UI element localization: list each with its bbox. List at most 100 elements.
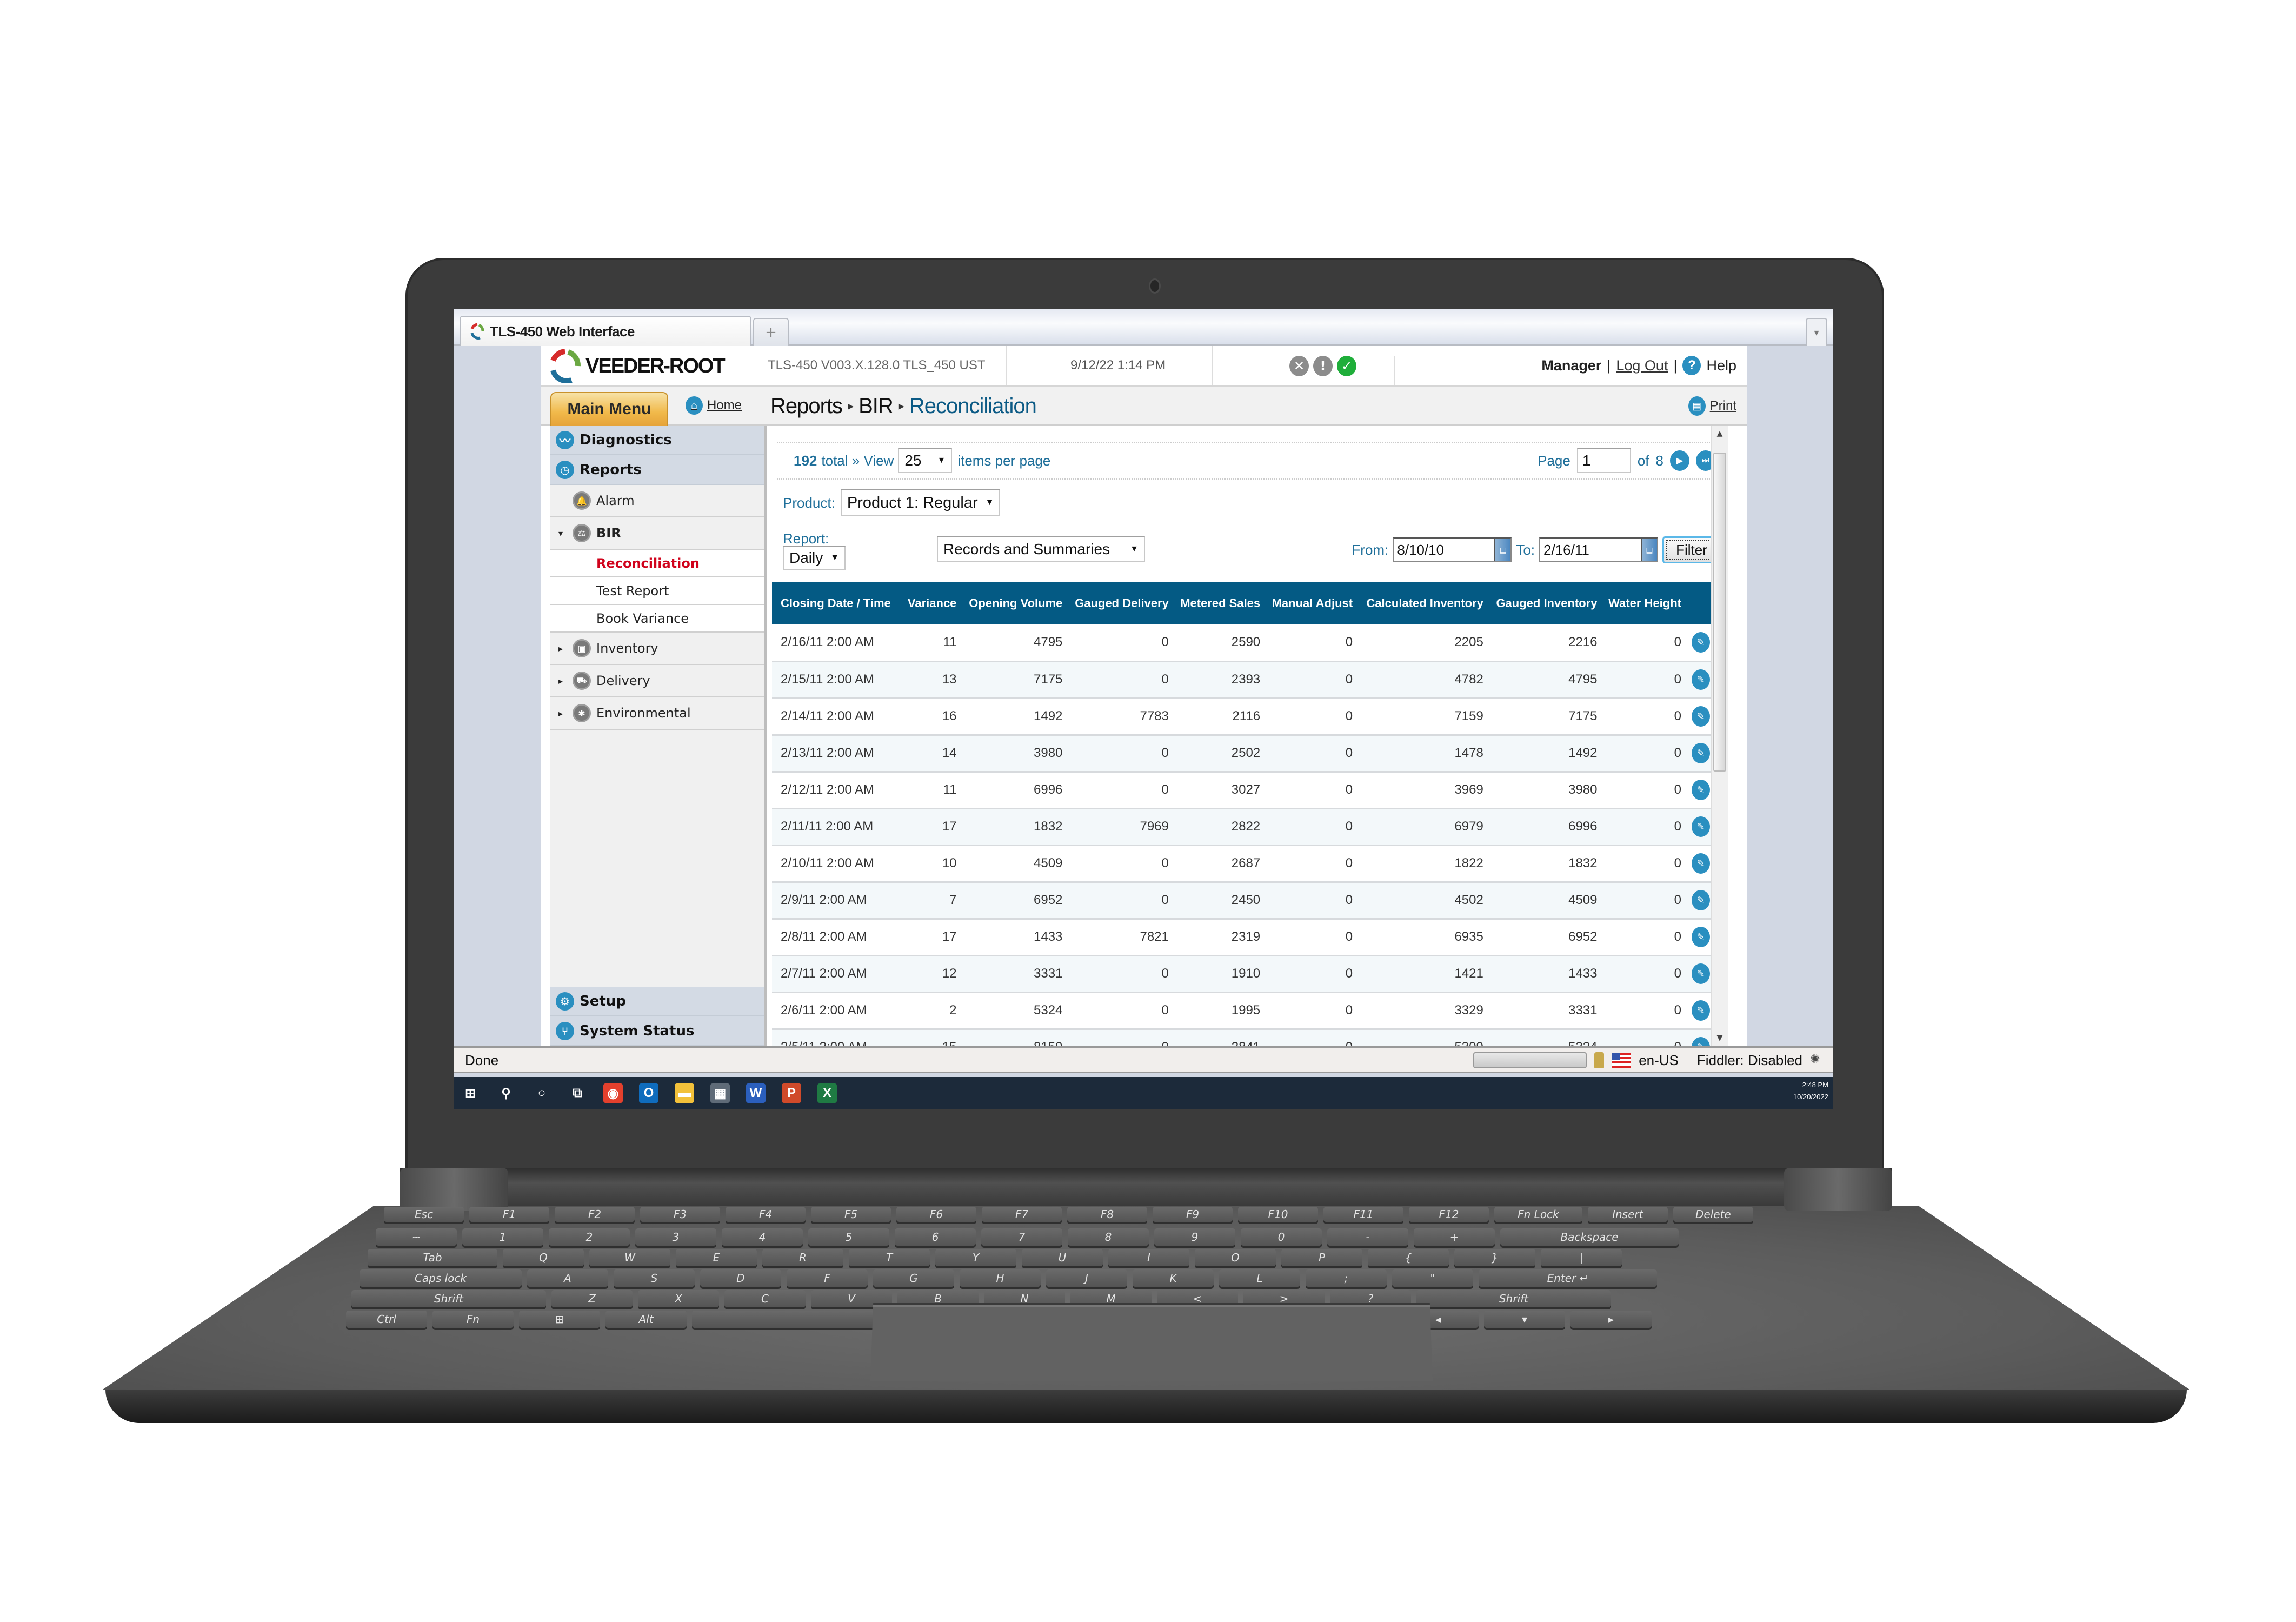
edit-icon[interactable]: ✎	[1692, 890, 1710, 910]
table-row[interactable]: 2/14/11 2:00 AM 16 1492 7783 2116 0 7159 7175 0 ✎	[772, 698, 1717, 736]
word-icon[interactable]: W	[746, 1083, 766, 1103]
edit-icon[interactable]: ✎	[1692, 706, 1710, 727]
edit-icon[interactable]: ✎	[1692, 927, 1710, 947]
taskbar-clock[interactable]: 2:48 PM 10/20/2022	[1793, 1079, 1828, 1103]
scrollbar-thumb[interactable]	[1713, 453, 1726, 772]
sidebar-item-setup[interactable]: ⚙ Setup	[550, 987, 764, 1016]
edit-icon[interactable]: ✎	[1692, 853, 1710, 874]
warning-status-icon[interactable]: !	[1313, 356, 1333, 376]
table-row[interactable]: 2/8/11 2:00 AM 17 1433 7821 2319 0 6935 6952 0 ✎	[772, 919, 1717, 956]
column-header[interactable]: Calculated Inventory	[1356, 582, 1487, 624]
edit-icon[interactable]: ✎	[1692, 963, 1710, 984]
new-tab-button[interactable]: +	[753, 318, 789, 346]
sidebar-item-environmental[interactable]: ▸ ✱ Environmental	[550, 697, 764, 730]
locale[interactable]: en-US	[1639, 1052, 1679, 1069]
main-menu-button[interactable]: Main Menu	[550, 392, 668, 426]
table-cell: 14	[901, 735, 960, 773]
table-row[interactable]: 2/11/11 2:00 AM 17 1832 7969 2822 0 6979 6996 0 ✎	[772, 808, 1717, 846]
browser-tab[interactable]: TLS-450 Web Interface	[460, 316, 751, 346]
table-row[interactable]: 2/6/11 2:00 AM 2 5324 0 1995 0 3329 3331 0 ✎	[772, 992, 1717, 1030]
outlook-icon[interactable]: O	[639, 1083, 658, 1103]
chevron-right-icon[interactable]: ▸	[558, 676, 567, 686]
to-date-input[interactable]: 2/16/11 ▤	[1539, 537, 1658, 562]
report-period-select[interactable]: Daily ▼	[783, 546, 846, 570]
table-cell: 2393	[1172, 661, 1264, 699]
table-cell: 1910	[1172, 955, 1264, 993]
print-link[interactable]: ▤ Print	[1688, 396, 1736, 416]
sidebar-item-system-status[interactable]: ⑂ System Status	[550, 1016, 764, 1046]
windows-start-icon[interactable]: ⊞	[461, 1083, 480, 1103]
column-header[interactable]: Opening Volume	[960, 582, 1066, 624]
sidebar-item-inventory[interactable]: ▸ ▣ Inventory	[550, 633, 764, 665]
report-type-select[interactable]: Records and Summaries ▼	[937, 536, 1145, 562]
excel-icon[interactable]: X	[817, 1083, 837, 1103]
vertical-scrollbar[interactable]: ▲ ▼	[1711, 426, 1728, 1046]
calendar-icon[interactable]: ▤	[1494, 539, 1511, 561]
powerpoint-icon[interactable]: P	[782, 1083, 801, 1103]
scroll-up-icon[interactable]: ▲	[1712, 426, 1728, 442]
sidebar-item-book-variance[interactable]: Book Variance	[550, 605, 764, 633]
column-header[interactable]: Variance	[901, 582, 960, 624]
chevron-right-icon[interactable]: ▸	[558, 708, 567, 719]
table-row[interactable]: 2/9/11 2:00 AM 7 6952 0 2450 0 4502 4509 0 ✎	[772, 882, 1717, 920]
windows-taskbar: ⊞ ⚲ ○ ⧉ ◉ O ▬ ▦ W P X 2:48 PM 10/20/2022	[454, 1077, 1833, 1109]
breadcrumb-reports[interactable]: Reports	[770, 394, 843, 418]
column-header[interactable]: Manual Adjust	[1263, 582, 1356, 624]
keyboard-row: Caps lock A S D F G H J K L; " Enter ↵	[360, 1269, 1657, 1287]
edit-icon[interactable]: ✎	[1692, 1000, 1710, 1021]
cortana-icon[interactable]: ○	[532, 1083, 551, 1103]
table-row[interactable]: 2/5/11 2:00 AM158150028410530953240✎	[772, 1029, 1717, 1046]
sidebar-item-delivery[interactable]: ▸ ⛟ Delivery	[550, 665, 764, 697]
breadcrumb-bir[interactable]: BIR	[858, 394, 894, 418]
help-link[interactable]: Help	[1706, 357, 1736, 374]
sidebar-item-bir[interactable]: ▾ ⚖ BIR	[550, 517, 764, 550]
sidebar-item-reconciliation[interactable]: Reconciliation	[550, 550, 764, 577]
fiddler-status[interactable]: Fiddler: Disabled	[1697, 1052, 1802, 1069]
from-date-input[interactable]: 8/10/10 ▤	[1393, 537, 1512, 562]
file-explorer-icon[interactable]: ▬	[675, 1083, 694, 1103]
keyboard-key: 5	[808, 1228, 889, 1246]
column-header[interactable]: Gauged Delivery	[1066, 582, 1172, 624]
column-header[interactable]: Gauged Inventory	[1486, 582, 1601, 624]
edit-icon[interactable]: ✎	[1692, 669, 1710, 690]
sidebar-item-test-report[interactable]: Test Report	[550, 577, 764, 605]
chrome-icon[interactable]: ◉	[603, 1083, 623, 1103]
table-cell: 4782	[1356, 661, 1487, 699]
ok-status-icon[interactable]: ✓	[1337, 356, 1356, 376]
column-header[interactable]: Water Height	[1600, 582, 1685, 624]
edit-icon[interactable]: ✎	[1692, 743, 1710, 763]
column-header[interactable]: Closing Date / Time	[772, 582, 901, 624]
search-icon[interactable]: ⚲	[496, 1083, 516, 1103]
table-row[interactable]: 2/10/11 2:00 AM 10 4509 0 2687 0 1822 1832 0 ✎	[772, 845, 1717, 883]
logout-link[interactable]: Log Out	[1616, 357, 1668, 374]
home-link[interactable]: ⌂ Home	[686, 396, 742, 415]
next-page-icon[interactable]: ▶	[1670, 450, 1689, 471]
sidebar-item-alarm[interactable]: 🔔 Alarm	[550, 485, 764, 517]
page-number-input[interactable]: 1	[1576, 448, 1631, 473]
scroll-down-icon[interactable]: ▼	[1712, 1030, 1728, 1046]
sidebar-item-diagnostics[interactable]: 〰 Diagnostics	[550, 426, 764, 455]
edit-icon[interactable]: ✎	[1692, 816, 1710, 837]
edit-icon[interactable]: ✎	[1692, 632, 1710, 653]
task-view-icon[interactable]: ⧉	[568, 1083, 587, 1103]
product-select[interactable]: Product 1: Regular ▼	[840, 489, 1001, 516]
help-icon[interactable]: ?	[1682, 356, 1701, 375]
calendar-icon[interactable]: ▤	[1641, 539, 1657, 561]
edit-icon[interactable]: ✎	[1692, 780, 1710, 800]
fiddler-icon[interactable]: ✺	[1810, 1052, 1826, 1068]
edit-icon[interactable]: ✎	[1692, 1037, 1710, 1046]
column-header[interactable]: Metered Sales	[1172, 582, 1264, 624]
calculator-icon[interactable]: ▦	[710, 1083, 730, 1103]
table-row[interactable]: 2/15/11 2:00 AM 13 7175 0 2393 0 4782 4795 0 ✎	[772, 661, 1717, 699]
table-row[interactable]: 2/12/11 2:00 AM 11 6996 0 3027 0 3969 3980 0 ✎	[772, 772, 1717, 809]
chevron-right-icon[interactable]: ▸	[558, 643, 567, 654]
chevron-down-icon[interactable]: ▾	[558, 528, 567, 539]
table-row[interactable]: 2/16/11 2:00 AM 11 4795 0 2590 0 2205 2216 0 ✎	[772, 624, 1717, 662]
items-per-page-select[interactable]: 25 ▼	[898, 448, 953, 473]
table-cell: 0	[1263, 882, 1356, 920]
tab-list-dropdown[interactable]: ▾	[1806, 318, 1827, 346]
table-row[interactable]: 2/7/11 2:00 AM 12 3331 0 1910 0 1421 1433 0 ✎	[772, 955, 1717, 993]
table-row[interactable]: 2/13/11 2:00 AM 14 3980 0 2502 0 1478 1492 0 ✎	[772, 735, 1717, 773]
alarm-status-icon[interactable]: ✕	[1289, 356, 1309, 376]
sidebar-item-reports[interactable]: ◷ Reports	[550, 455, 764, 485]
